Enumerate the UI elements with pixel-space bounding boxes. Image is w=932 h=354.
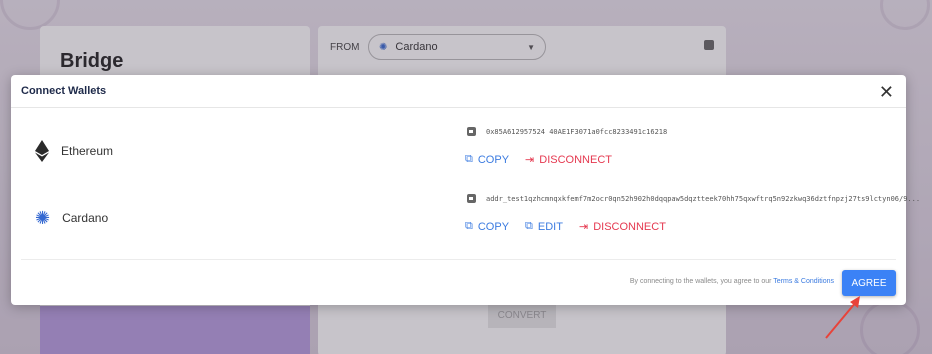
wallet-row-cardano: ✺ Cardano addr_test1qzhcmnqxkfemf7m2ocr0… <box>11 187 920 257</box>
annotation-arrow-icon <box>825 296 860 339</box>
wallet-actions: ⧉ COPY ⇥ DISCONNECT <box>465 153 612 166</box>
wallet-icon <box>467 194 476 203</box>
wallet-name-group: ✺ Cardano <box>35 209 108 227</box>
disconnect-button[interactable]: ⇥ DISCONNECT <box>525 153 612 167</box>
address-group: 0x85A612957524 40AE1F3071a0fcc8233491c16… <box>467 127 667 136</box>
logout-icon: ⇥ <box>578 221 589 233</box>
terms-text: By connecting to the wallets, you agree … <box>629 278 772 285</box>
edit-icon: ⧉ <box>525 220 533 232</box>
edit-label: EDIT <box>537 220 563 233</box>
wallet-name: Ethereum <box>61 144 114 158</box>
wallet-address: 0x85A612957524 40AE1F3071a0fcc8233491c16… <box>486 127 668 136</box>
cardano-icon: ✺ <box>35 208 51 228</box>
wallet-row-ethereum: Ethereum 0x85A612957524 40AE1F3071a0fcc8… <box>11 115 906 185</box>
edit-button[interactable]: ⧉ EDIT <box>525 220 563 233</box>
copy-button[interactable]: ⧉ COPY <box>465 220 509 233</box>
logout-icon: ⇥ <box>525 154 535 166</box>
copy-icon: ⧉ <box>465 220 473 232</box>
connect-wallets-modal: Connect Wallets ✕ Ethereum 0x85A61295752… <box>11 75 920 305</box>
copy-label: COPY <box>477 153 510 166</box>
disconnect-button[interactable]: ⇥ DISCONNECT <box>578 220 666 234</box>
wallet-actions: ⧉ COPY ⧉ EDIT ⇥ DISCONNECT <box>465 220 666 233</box>
terms-link[interactable]: Terms & Conditions <box>773 278 834 285</box>
copy-button[interactable]: ⧉ COPY <box>465 153 509 166</box>
copy-label: COPY <box>477 220 510 233</box>
modal-header: Connect Wallets ✕ <box>11 75 906 108</box>
address-group: addr_test1qzhcmnqxkfemf7m2ocr0qn52h902h0… <box>467 194 920 203</box>
wallet-icon <box>467 127 476 136</box>
divider <box>21 259 896 260</box>
terms-notice: By connecting to the wallets, you agree … <box>630 278 834 285</box>
disconnect-label: DISCONNECT <box>593 220 666 233</box>
copy-icon: ⧉ <box>465 153 473 165</box>
ethereum-icon <box>35 140 49 162</box>
wallet-name-group: Ethereum <box>35 140 113 162</box>
wallet-name: Cardano <box>62 211 109 225</box>
modal-title: Connect Wallets <box>21 85 107 97</box>
disconnect-label: DISCONNECT <box>539 153 612 166</box>
wallet-address: addr_test1qzhcmnqxkfemf7m2ocr0qn52h902h0… <box>486 194 921 203</box>
close-icon[interactable]: ✕ <box>879 83 894 101</box>
